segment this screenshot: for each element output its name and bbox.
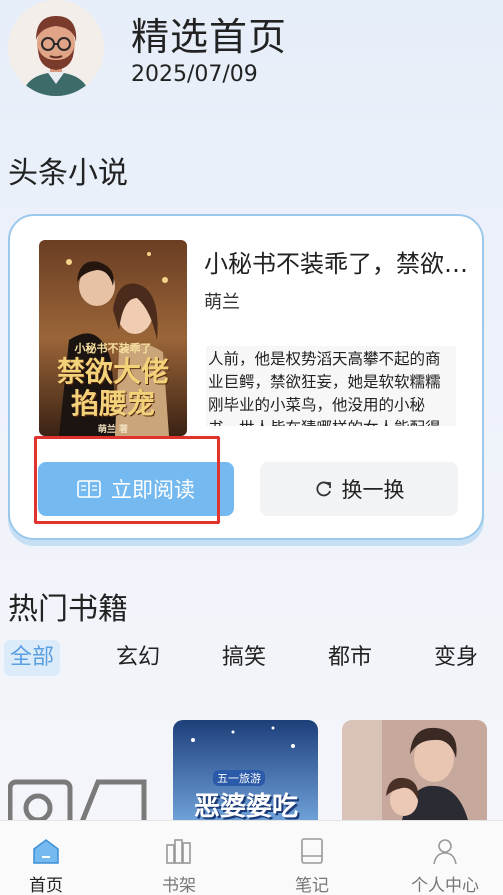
page-title: 精选首页: [131, 15, 288, 59]
bottom-navigation: 首页 书架 笔记 个人中心: [0, 820, 503, 895]
thumb2-banner: 五一旅游: [213, 770, 265, 786]
nav-notes-label: 笔记: [295, 876, 329, 895]
section-title-headline: 头条小说: [8, 156, 128, 191]
nav-bookshelf-label: 书架: [162, 876, 196, 895]
nav-bookshelf[interactable]: 书架: [129, 821, 229, 895]
nav-home[interactable]: 首页: [0, 821, 96, 895]
refresh-icon: [315, 481, 331, 497]
hot-books-grid: 五一旅游 恶婆婆吃: [0, 720, 503, 820]
header: 精选首页 2025/07/09: [0, 0, 503, 110]
change-button[interactable]: 换一换: [260, 462, 458, 516]
cover-title-line3: 掐腰宠: [70, 387, 155, 420]
highlight-annotation: [34, 436, 220, 524]
book-thumb-placeholder[interactable]: [8, 772, 148, 820]
cover-title-overlay: 小秘书不装乖了 禁欲大佬 掐腰宠 萌兰 著: [39, 340, 187, 435]
tab-funny[interactable]: 搞笑: [216, 640, 272, 676]
avatar-illustration: [8, 0, 104, 96]
thumb2-title: 恶婆婆吃: [193, 792, 298, 820]
page-date: 2025/07/09: [131, 62, 258, 87]
book-title[interactable]: 小秘书不装乖了，禁欲大佬掐腰宠: [204, 244, 469, 279]
nav-profile[interactable]: 个人中心: [395, 821, 495, 895]
bookshelf-icon: [166, 839, 191, 864]
home-icon: [33, 839, 59, 864]
avatar[interactable]: [8, 0, 104, 96]
section-title-hot: 热门书籍: [8, 592, 128, 627]
nav-home-label: 首页: [29, 876, 63, 895]
tab-xuanhuan[interactable]: 玄幻: [110, 640, 166, 676]
nav-profile-label: 个人中心: [411, 876, 479, 895]
book-description: 人前，他是权势滔天高攀不起的商业巨鳄，禁欲狂妄，她是软软糯糯刚毕业的小菜鸟，他没…: [206, 346, 456, 426]
book-thumb-3-image: [342, 720, 487, 820]
nav-notes[interactable]: 笔记: [262, 821, 362, 895]
category-tabs: 全部 玄幻 搞笑 都市 变身: [0, 640, 503, 680]
change-label: 换一换: [341, 478, 405, 502]
cover-title-line1: 小秘书不装乖了: [74, 342, 152, 355]
tab-all[interactable]: 全部: [4, 640, 61, 676]
book-cover[interactable]: 小秘书不装乖了 禁欲大佬 掐腰宠 萌兰 著: [39, 240, 187, 436]
cover-author: 萌兰 著: [97, 425, 129, 435]
book-thumb-2[interactable]: 五一旅游 恶婆婆吃: [173, 720, 318, 820]
user-icon: [433, 839, 457, 865]
book-author: 萌兰: [204, 292, 240, 313]
cover-title-line2: 禁欲大佬: [56, 355, 169, 388]
notes-icon: [301, 838, 323, 864]
tab-city[interactable]: 都市: [322, 640, 378, 676]
book-thumb-3[interactable]: [342, 720, 487, 820]
tab-transform[interactable]: 变身: [428, 640, 484, 676]
image-placeholder-icon: [8, 779, 147, 820]
